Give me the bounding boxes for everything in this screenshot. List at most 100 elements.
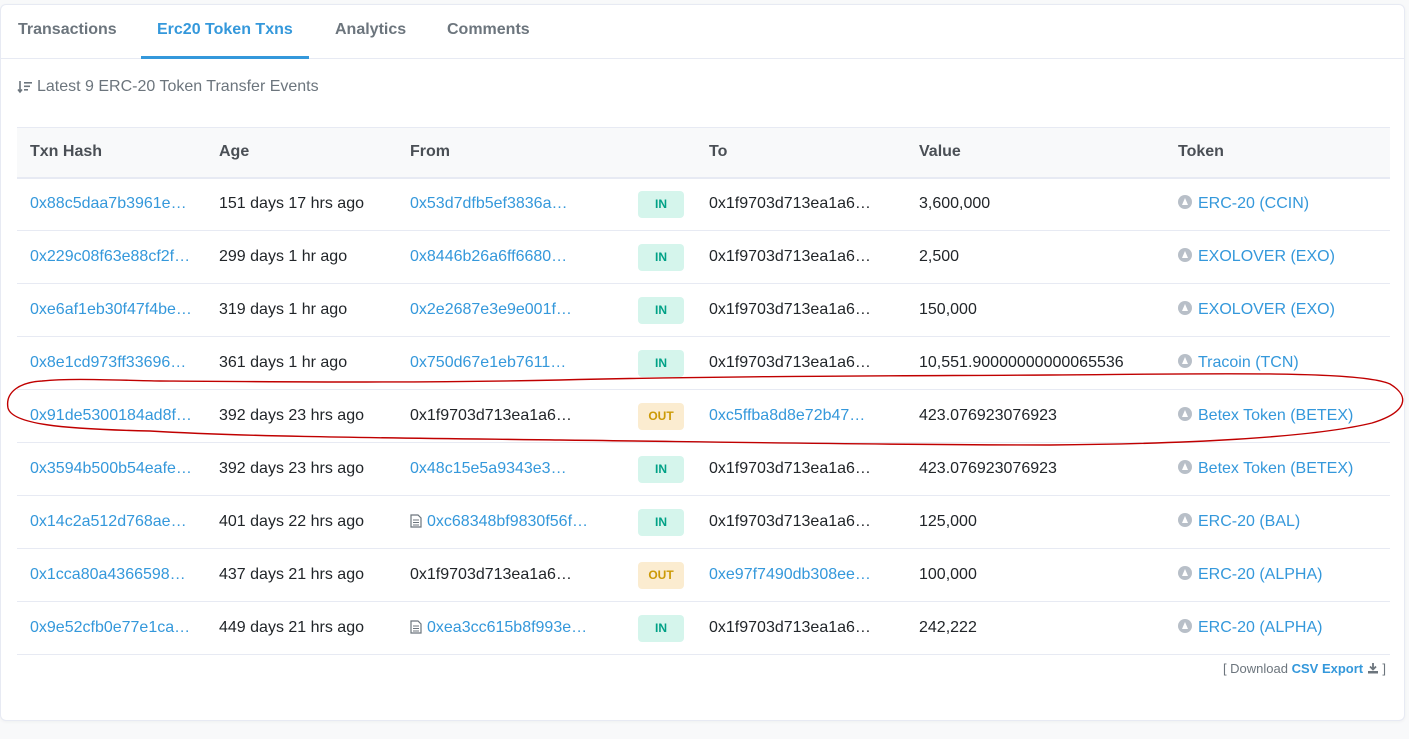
token-icon	[1178, 407, 1192, 421]
tab-bar: Transactions Erc20 Token Txns Analytics …	[1, 5, 1404, 59]
table-row: 0xe6af1eb30f47f4be… 319 days 1 hr ago 0x2e…	[17, 284, 1390, 337]
table-row: 0x3594b500b54eafe… 392 days 23 hrs ago 0x4…	[17, 443, 1390, 496]
table-header-row: Txn Hash Age From To Value Token	[17, 127, 1390, 178]
direction-badge: OUT	[638, 402, 684, 430]
token-icon	[1178, 354, 1192, 368]
from-address-link[interactable]: 0xc68348bf9830f56f…	[427, 513, 588, 530]
table-row: 0x14c2a512d768ae… 401 days 22 hrs ago 0xc6…	[17, 496, 1390, 549]
token-link[interactable]: ERC-20 (ALPHA)	[1198, 619, 1322, 636]
col-token: Token	[1178, 143, 1224, 161]
token-icon	[1178, 301, 1192, 315]
table-row: 0x9e52cfb0e77e1ca… 449 days 21 hrs ago 0xe…	[17, 602, 1390, 655]
token-link[interactable]: EXOLOVER (EXO)	[1198, 248, 1335, 265]
age-text: 437 days 21 hrs ago	[219, 566, 364, 583]
value-text: 150,000	[919, 301, 977, 318]
token-link[interactable]: Tracoin (TCN)	[1198, 354, 1299, 371]
direction-badge: IN	[638, 455, 684, 483]
from-address-link[interactable]: 0x8446b26a6ff6680…	[410, 248, 567, 265]
txn-hash-link[interactable]: 0x3594b500b54eafe…	[30, 460, 192, 477]
token-icon	[1178, 248, 1192, 262]
contract-file-icon	[410, 514, 422, 528]
table-row: 0x88c5daa7b3961e… 151 days 17 hrs ago 0x53…	[17, 178, 1390, 231]
age-text: 319 days 1 hr ago	[219, 301, 348, 318]
table-row: 0x1cca80a4366598… 437 days 21 hrs ago 0x1f…	[17, 549, 1390, 602]
col-to: To	[709, 143, 728, 161]
token-transfers-card: Transactions Erc20 Token Txns Analytics …	[0, 4, 1405, 721]
direction-badge: IN	[638, 349, 684, 377]
table-row: 0x8e1cd973ff33696… 361 days 1 hr ago 0x750…	[17, 337, 1390, 390]
tab-comments[interactable]: Comments	[447, 5, 530, 59]
txn-hash-link[interactable]: 0x8e1cd973ff33696…	[30, 354, 186, 371]
token-icon	[1178, 513, 1192, 527]
age-text: 392 days 23 hrs ago	[219, 460, 364, 477]
age-text: 401 days 22 hrs ago	[219, 513, 364, 530]
to-address: 0x1f9703d713ea1a6…	[709, 354, 871, 371]
direction-badge: IN	[638, 243, 684, 271]
token-link[interactable]: ERC-20 (CCIN)	[1198, 195, 1309, 212]
col-txn-hash: Txn Hash	[30, 143, 103, 161]
from-address-link[interactable]: 0xea3cc615b8f993e…	[427, 619, 587, 636]
txn-hash-link[interactable]: 0x91de5300184ad8f…	[30, 407, 192, 424]
value-text: 10,551.90000000000065536	[919, 354, 1124, 371]
table-row: 0x229c08f63e88cf2f… 299 days 1 hr ago 0x84…	[17, 231, 1390, 284]
txn-hash-link[interactable]: 0xe6af1eb30f47f4be…	[30, 301, 192, 318]
summary-text: Latest 9 ERC-20 Token Transfer Events	[37, 78, 319, 95]
token-link[interactable]: Betex Token (BETEX)	[1198, 407, 1353, 424]
to-address-link[interactable]: 0xc5ffba8d8e72b47…	[709, 407, 865, 424]
txn-hash-link[interactable]: 0x9e52cfb0e77e1ca…	[30, 619, 190, 636]
value-text: 423.076923076923	[919, 407, 1057, 424]
token-icon	[1178, 619, 1192, 633]
csv-export-link[interactable]: CSV Export	[1292, 661, 1364, 676]
from-address: 0x1f9703d713ea1a6…	[410, 566, 572, 583]
to-address: 0x1f9703d713ea1a6…	[709, 460, 871, 477]
tab-analytics[interactable]: Analytics	[335, 5, 406, 59]
txn-hash-link[interactable]: 0x229c08f63e88cf2f…	[30, 248, 190, 265]
to-address: 0x1f9703d713ea1a6…	[709, 301, 871, 318]
col-value: Value	[919, 143, 961, 161]
age-text: 299 days 1 hr ago	[219, 248, 348, 265]
direction-badge: IN	[638, 296, 684, 324]
to-address: 0x1f9703d713ea1a6…	[709, 248, 871, 265]
to-address-link[interactable]: 0xe97f7490db308ee…	[709, 566, 871, 583]
to-address: 0x1f9703d713ea1a6…	[709, 619, 871, 636]
from-address-link[interactable]: 0x53d7dfb5ef3836a…	[410, 195, 567, 212]
tab-transactions[interactable]: Transactions	[18, 5, 117, 59]
value-text: 3,600,000	[919, 195, 991, 213]
token-link[interactable]: ERC-20 (ALPHA)	[1198, 566, 1322, 583]
token-transfers-table: Txn Hash Age From To Value Token 0x88c5d…	[17, 127, 1390, 655]
direction-badge: OUT	[638, 561, 684, 589]
sort-amount-icon	[17, 81, 32, 94]
token-link[interactable]: Betex Token (BETEX)	[1198, 460, 1353, 477]
csv-download: [ Download CSV Export ]	[1223, 661, 1386, 676]
age-text: 449 days 21 hrs ago	[219, 619, 364, 636]
value-text: 2,500	[919, 248, 960, 265]
token-link[interactable]: EXOLOVER (EXO)	[1198, 301, 1335, 318]
value-text: 125,000	[919, 513, 977, 530]
value-text: 242,222	[919, 619, 977, 636]
txn-hash-link[interactable]: 0x88c5daa7b3961e…	[30, 195, 187, 212]
from-address-link[interactable]: 0x750d67e1eb7611…	[410, 354, 566, 371]
token-icon	[1178, 195, 1192, 210]
direction-badge: IN	[638, 614, 684, 642]
txn-hash-link[interactable]: 0x1cca80a4366598…	[30, 566, 186, 583]
from-address-link[interactable]: 0x2e2687e3e9e001f…	[410, 301, 572, 318]
col-direction	[625, 128, 696, 178]
age-text: 392 days 23 hrs ago	[219, 407, 364, 424]
token-link[interactable]: ERC-20 (BAL)	[1198, 513, 1300, 530]
download-prefix: [ Download	[1222, 661, 1288, 676]
col-age: Age	[219, 143, 250, 161]
from-address-link[interactable]: 0x48c15e5a9343e3…	[410, 460, 567, 477]
token-icon	[1178, 460, 1192, 474]
table-row: 0x91de5300184ad8f… 392 days 23 hrs ago 0x1…	[17, 390, 1390, 443]
tab-erc20-token-txns[interactable]: Erc20 Token Txns	[141, 5, 309, 59]
age-text: 151 days 17 hrs ago	[219, 195, 364, 213]
token-icon	[1178, 566, 1192, 580]
txn-hash-link[interactable]: 0x14c2a512d768ae…	[30, 513, 187, 530]
value-text: 100,000	[919, 566, 977, 583]
value-text: 423.076923076923	[919, 460, 1057, 477]
direction-badge: IN	[638, 190, 684, 218]
download-suffix: ]	[1382, 661, 1386, 676]
download-icon[interactable]	[1367, 662, 1379, 674]
contract-file-icon	[410, 620, 422, 634]
col-from: From	[410, 143, 450, 161]
